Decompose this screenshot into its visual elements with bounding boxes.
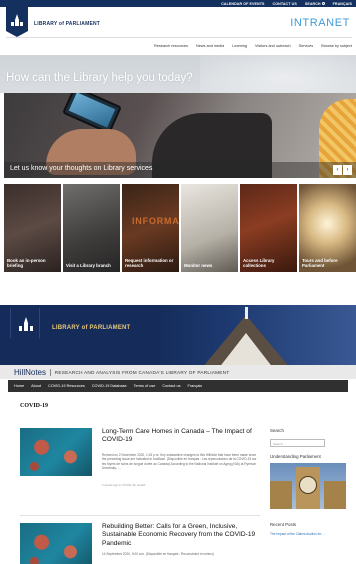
hillnotes-nav: Home About COVID-19 Resources COVID-19 D… — [8, 380, 348, 392]
nav-learning[interactable]: Learning — [232, 44, 247, 48]
tile-tours[interactable]: Tours and before Parliament — [299, 184, 356, 272]
nav-francais[interactable]: Français — [188, 384, 203, 388]
post-title[interactable]: Long-Term Care Homes in Canada – The Imp… — [102, 428, 260, 445]
understanding-parliament-heading: Understanding Parliament — [270, 454, 321, 459]
tile-library-collections[interactable]: Access Library collections — [240, 184, 297, 272]
help-question: How can the Library help you today? — [6, 72, 193, 84]
nav-contact-us[interactable]: Contact us — [162, 384, 180, 388]
hillnotes-page: LIBRARY of PARLIAMENT HillNotes RESEARCH… — [0, 305, 356, 564]
header-divider — [6, 37, 352, 38]
tile-label: Monitor news — [184, 262, 213, 268]
tile-visit-branch[interactable]: Visit a Library branch — [63, 184, 120, 272]
utility-francais-link[interactable]: FRANÇAIS — [333, 2, 352, 6]
recent-posts-heading: Recent Posts — [270, 522, 297, 527]
tile-label: Tours and before Parliament — [302, 257, 338, 268]
tile-label: Visit a Library branch — [66, 262, 111, 268]
utility-bar: CALENDAR OF EVENTS CONTACT US SEARCH FRA… — [0, 0, 356, 7]
main-nav: Research resources News and media Learni… — [154, 44, 352, 48]
title-separator — [50, 368, 51, 376]
post-excerpt: Revised on 2 November 2020, 1:15 p.m. Ke… — [102, 453, 257, 470]
post-excerpt: 14 September 2020, 9:00 a.m. (Disponible… — [102, 552, 214, 556]
nav-browse-by-subject[interactable]: Browse by subject — [321, 44, 352, 48]
clock-face-image — [299, 476, 317, 494]
recent-post-link[interactable]: The Impact of the Claims Auction for … — [270, 532, 350, 536]
intranet-label: INTRANET — [290, 17, 350, 29]
help-banner: How can the Library help you today? — [0, 55, 356, 93]
building-left-image — [270, 481, 292, 509]
hero-caption[interactable]: Let us know your thoughts on Library ser… — [10, 165, 152, 172]
parliament-spire-image — [245, 307, 248, 319]
banner-glow — [200, 55, 356, 93]
service-tiles: Book an in-person briefing Visit a Libra… — [4, 184, 356, 272]
library-shield-logo[interactable] — [6, 7, 28, 37]
search-icon — [321, 2, 325, 5]
coronavirus-thumbnail[interactable] — [20, 523, 92, 564]
blog-post: Rebuilding Better: Calls for a Green, In… — [20, 523, 260, 564]
search-heading: Search — [270, 428, 284, 433]
category-heading: COVID-19 — [20, 403, 48, 409]
carousel-next-icon[interactable]: › — [343, 165, 352, 175]
nav-about[interactable]: About — [31, 384, 41, 388]
tile-image-text: INFORMA — [132, 216, 179, 226]
nav-terms-of-use[interactable]: Terms of use — [134, 384, 156, 388]
utility-calendar-link[interactable]: CALENDAR OF EVENTS — [221, 2, 264, 6]
blog-post: Long-Term Care Homes in Canada – The Imp… — [20, 428, 260, 498]
nav-covid-database[interactable]: COVID-19 Database — [92, 384, 127, 388]
tile-monitor-news[interactable]: Monitor news — [181, 184, 238, 272]
hero-carousel[interactable]: Let us know your thoughts on Library ser… — [4, 93, 356, 178]
post-divider — [20, 515, 260, 516]
post-title[interactable]: Rebuilding Better: Calls for a Green, In… — [102, 523, 260, 548]
nav-news-and-media[interactable]: News and media — [196, 44, 224, 48]
carousel-prev-icon[interactable]: ‹ — [333, 165, 342, 175]
nav-research-resources[interactable]: Research resources — [154, 44, 188, 48]
blog-title-bar: HillNotes RESEARCH AND ANALYSIS FROM CAN… — [0, 365, 356, 379]
hero-caption-bar: Let us know your thoughts on Library ser… — [4, 162, 356, 178]
nav-home[interactable]: Home — [14, 384, 24, 388]
hillnotes-banner: LIBRARY of PARLIAMENT — [0, 305, 356, 365]
building-right-image — [324, 481, 346, 509]
tile-request-information[interactable]: INFORMA Request information or research — [122, 184, 179, 272]
parliament-tower-icon — [11, 14, 23, 26]
tile-briefing[interactable]: Book an in-person briefing — [4, 184, 61, 272]
blog-name[interactable]: HillNotes — [14, 368, 46, 377]
nav-visitors-and-outreach[interactable]: Visitors and outreach — [255, 44, 291, 48]
tile-label: Access Library collections — [243, 257, 275, 268]
blog-tagline: RESEARCH AND ANALYSIS FROM CANADA'S LIBR… — [54, 369, 230, 375]
utility-contact-link[interactable]: CONTACT US — [273, 2, 297, 6]
library-shield-logo[interactable] — [10, 308, 40, 346]
tile-label: Request information or research — [125, 257, 174, 268]
library-logo-text: LIBRARY of PARLIAMENT — [34, 21, 101, 27]
search-input[interactable]: Search ... — [270, 439, 325, 447]
nav-services[interactable]: Services — [299, 44, 314, 48]
library-logo-text: LIBRARY of PARLIAMENT — [52, 325, 131, 331]
understanding-parliament-image[interactable] — [270, 463, 346, 509]
coronavirus-thumbnail[interactable] — [20, 428, 92, 476]
intranet-page: CALENDAR OF EVENTS CONTACT US SEARCH FRA… — [0, 0, 356, 272]
utility-search-link[interactable]: SEARCH — [305, 2, 325, 6]
post-meta[interactable]: 2 weeks ago in COVID-19, Health — [102, 483, 145, 487]
sidebar: Search Search ... Understanding Parliame… — [270, 428, 350, 536]
nav-covid-resources[interactable]: COVID-19 Resources — [48, 384, 85, 388]
parliament-tower-icon — [19, 317, 33, 331]
tile-label: Book an in-person briefing — [7, 257, 46, 268]
carousel-arrows: ‹ › — [333, 165, 352, 175]
